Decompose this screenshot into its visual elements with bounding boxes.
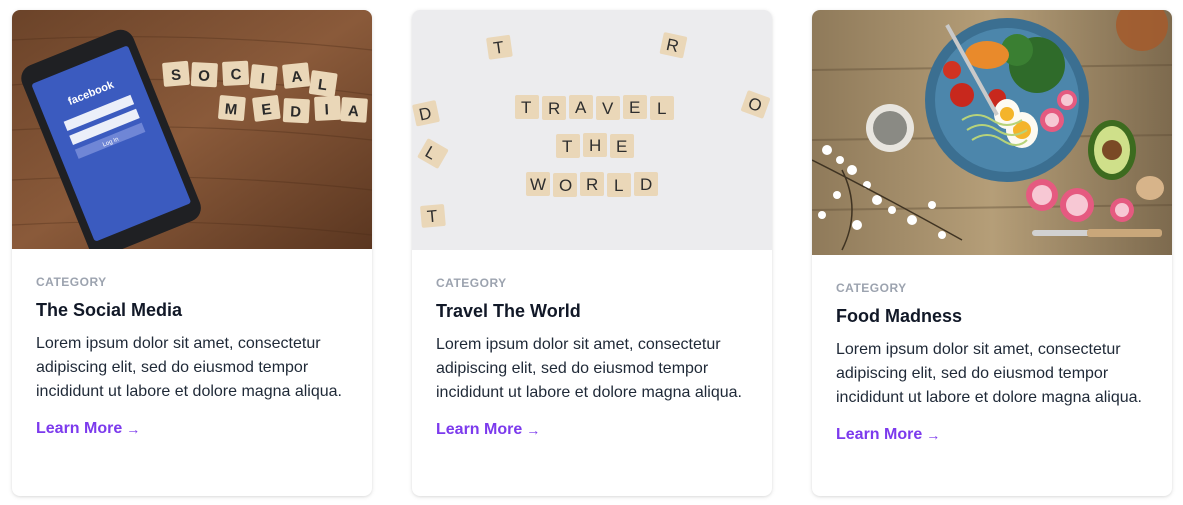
svg-text:E: E	[616, 137, 627, 156]
svg-text:A: A	[575, 98, 587, 117]
svg-text:T: T	[562, 137, 572, 156]
learn-more-link[interactable]: Learn More →	[36, 420, 140, 438]
svg-text:A: A	[347, 102, 359, 120]
svg-text:E: E	[261, 101, 273, 119]
svg-text:O: O	[559, 176, 572, 195]
svg-text:C: C	[230, 66, 242, 84]
svg-text:T: T	[426, 207, 438, 227]
svg-text:L: L	[657, 99, 666, 118]
svg-text:R: R	[548, 99, 560, 118]
svg-text:D: D	[290, 103, 302, 121]
card-title: Food Madness	[836, 306, 963, 326]
card-category: CATEGORY	[36, 275, 107, 289]
learn-more-label: Learn More	[436, 421, 523, 438]
card-image-social-media: facebook Log In S O C I A L M E D I A	[12, 10, 372, 249]
svg-text:V: V	[602, 99, 614, 118]
svg-text:A: A	[290, 68, 303, 86]
svg-text:S: S	[170, 66, 181, 84]
learn-more-link[interactable]: Learn More →	[836, 426, 940, 444]
learn-more-label: Learn More	[36, 420, 123, 437]
svg-text:T: T	[521, 98, 531, 117]
card-category: CATEGORY	[436, 276, 507, 290]
svg-text:E: E	[629, 98, 640, 117]
card-travel-the-world: T R O D L T T R A V E L T H E W O R L D …	[412, 10, 772, 496]
svg-text:H: H	[589, 136, 601, 155]
card-social-media: facebook Log In S O C I A L M E D I A CA…	[12, 10, 372, 496]
card-title: Travel The World	[436, 301, 581, 321]
svg-text:R: R	[586, 175, 598, 194]
card-category: CATEGORY	[836, 281, 907, 295]
card-image-food	[812, 10, 1172, 255]
card-description: Lorem ipsum dolor sit amet, consectetur …	[836, 341, 1142, 406]
card-title: The Social Media	[36, 300, 183, 320]
card-description: Lorem ipsum dolor sit amet, consectetur …	[36, 335, 342, 400]
card-image-travel: T R O D L T T R A V E L T H E W O R L D	[412, 10, 772, 250]
svg-text:O: O	[198, 67, 211, 85]
arrow-right-icon: →	[526, 422, 541, 438]
svg-text:L: L	[614, 176, 623, 195]
card-food-madness: CATEGORY Food Madness Lorem ipsum dolor …	[812, 10, 1172, 496]
svg-text:I: I	[324, 101, 329, 118]
learn-more-label: Learn More	[836, 426, 923, 443]
arrow-right-icon: →	[926, 427, 941, 443]
card-description: Lorem ipsum dolor sit amet, consectetur …	[436, 336, 742, 401]
learn-more-link[interactable]: Learn More →	[436, 421, 540, 439]
arrow-right-icon: →	[126, 421, 141, 437]
svg-text:D: D	[640, 175, 652, 194]
svg-text:W: W	[530, 175, 546, 194]
svg-text:M: M	[224, 101, 238, 119]
